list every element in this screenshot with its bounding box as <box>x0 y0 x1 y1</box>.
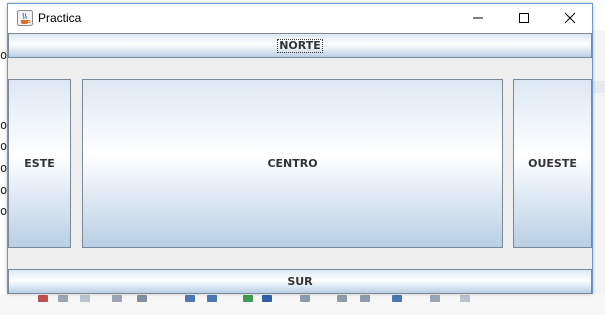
minimize-button[interactable] <box>455 4 501 33</box>
sur-label: SUR <box>287 275 313 288</box>
este-button[interactable]: ESTE <box>8 79 71 248</box>
practica-window: Practica NORTE ESTE CENTRO OUESTE SUR <box>7 3 593 294</box>
java-coffee-icon <box>17 10 33 26</box>
centro-button[interactable]: CENTRO <box>82 79 503 248</box>
close-icon <box>564 9 576 28</box>
title-bar[interactable]: Practica <box>8 4 592 33</box>
oueste-button[interactable]: OUESTE <box>513 79 592 248</box>
oueste-label: OUESTE <box>528 157 577 170</box>
norte-button[interactable]: NORTE <box>8 33 592 58</box>
maximize-button[interactable] <box>501 4 547 33</box>
minimize-icon <box>472 9 484 28</box>
sur-button[interactable]: SUR <box>8 269 592 294</box>
background-toolbar <box>0 294 605 315</box>
close-button[interactable] <box>547 4 593 33</box>
este-label: ESTE <box>24 157 55 170</box>
window-title: Practica <box>38 11 82 25</box>
centro-label: CENTRO <box>267 157 318 170</box>
maximize-icon <box>518 9 530 28</box>
norte-label: NORTE <box>277 38 323 53</box>
content-pane: NORTE ESTE CENTRO OUESTE SUR <box>8 33 592 294</box>
background-panel-strip <box>592 30 605 300</box>
